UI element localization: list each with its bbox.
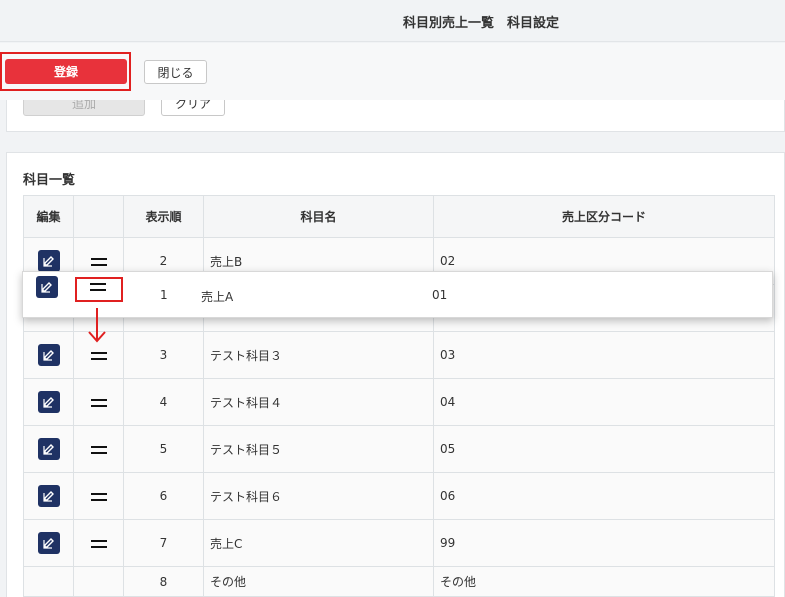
dragging-row[interactable]: 1 売上A 01 — [22, 271, 773, 318]
edit-icon[interactable] — [37, 250, 60, 272]
code-cell: 06 — [433, 472, 775, 520]
col-header-drag — [73, 195, 124, 238]
table-row: 4 テスト科目４ 04 — [23, 378, 775, 426]
name-cell: テスト科目３ — [203, 331, 434, 379]
drag-handle-icon[interactable] — [90, 283, 106, 291]
order-cell: 6 — [123, 472, 204, 520]
col-header-code: 売上区分コード — [433, 195, 775, 238]
code-cell: 05 — [433, 425, 775, 473]
name-cell: 売上A — [201, 290, 234, 304]
register-button[interactable]: 登録 — [5, 59, 127, 84]
drag-handle-icon[interactable] — [90, 492, 107, 501]
subject-list-card: 科目一覧 編集 表示順 科目名 売上区分コード 2 売上B 02 3 テスト科目… — [6, 152, 785, 597]
col-header-edit: 編集 — [23, 195, 74, 238]
drag-handle-icon[interactable] — [90, 539, 107, 548]
name-cell: 売上C — [203, 519, 434, 567]
edit-icon[interactable] — [36, 276, 58, 298]
table-row: 3 テスト科目３ 03 — [23, 331, 775, 379]
name-cell: テスト科目６ — [203, 472, 434, 520]
edit-icon[interactable] — [37, 344, 60, 366]
order-cell: 5 — [123, 425, 204, 473]
table-row: 8 その他 その他 — [23, 566, 775, 597]
edit-icon[interactable] — [37, 532, 60, 554]
order-cell: 1 — [160, 288, 168, 302]
close-button[interactable]: 閉じる — [144, 60, 207, 84]
code-cell: 99 — [433, 519, 775, 567]
code-cell: 01 — [432, 288, 448, 302]
order-cell: 4 — [123, 378, 204, 426]
code-cell: その他 — [433, 566, 775, 597]
col-header-name: 科目名 — [203, 195, 434, 238]
drag-handle-icon[interactable] — [90, 445, 107, 454]
name-cell: その他 — [203, 566, 434, 597]
drag-handle-icon[interactable] — [90, 257, 107, 266]
order-cell: 8 — [123, 566, 204, 597]
page-header: 科目別売上一覧 科目設定 — [0, 0, 785, 42]
subject-table: 編集 表示順 科目名 売上区分コード 2 売上B 02 3 テスト科目３ 03 … — [23, 195, 775, 597]
drag-handle-icon[interactable] — [90, 351, 107, 360]
code-cell: 03 — [433, 331, 775, 379]
drag-handle-icon[interactable] — [90, 398, 107, 407]
section-title: 科目一覧 — [23, 173, 76, 188]
table-row: 6 テスト科目６ 06 — [23, 472, 775, 520]
order-cell: 3 — [123, 331, 204, 379]
code-cell: 04 — [433, 378, 775, 426]
edit-icon[interactable] — [37, 485, 60, 507]
name-cell: テスト科目４ — [203, 378, 434, 426]
table-header-row: 編集 表示順 科目名 売上区分コード — [23, 195, 775, 238]
page-title: 科目別売上一覧 科目設定 — [403, 16, 560, 31]
name-cell: テスト科目５ — [203, 425, 434, 473]
col-header-order: 表示順 — [123, 195, 204, 238]
edit-icon[interactable] — [37, 438, 60, 460]
arrow-down-icon — [88, 308, 106, 343]
order-cell: 7 — [123, 519, 204, 567]
table-row: 5 テスト科目５ 05 — [23, 425, 775, 473]
toolbar: 登録 閉じる — [0, 43, 785, 100]
edit-icon[interactable] — [37, 391, 60, 413]
table-row: 7 売上C 99 — [23, 519, 775, 567]
